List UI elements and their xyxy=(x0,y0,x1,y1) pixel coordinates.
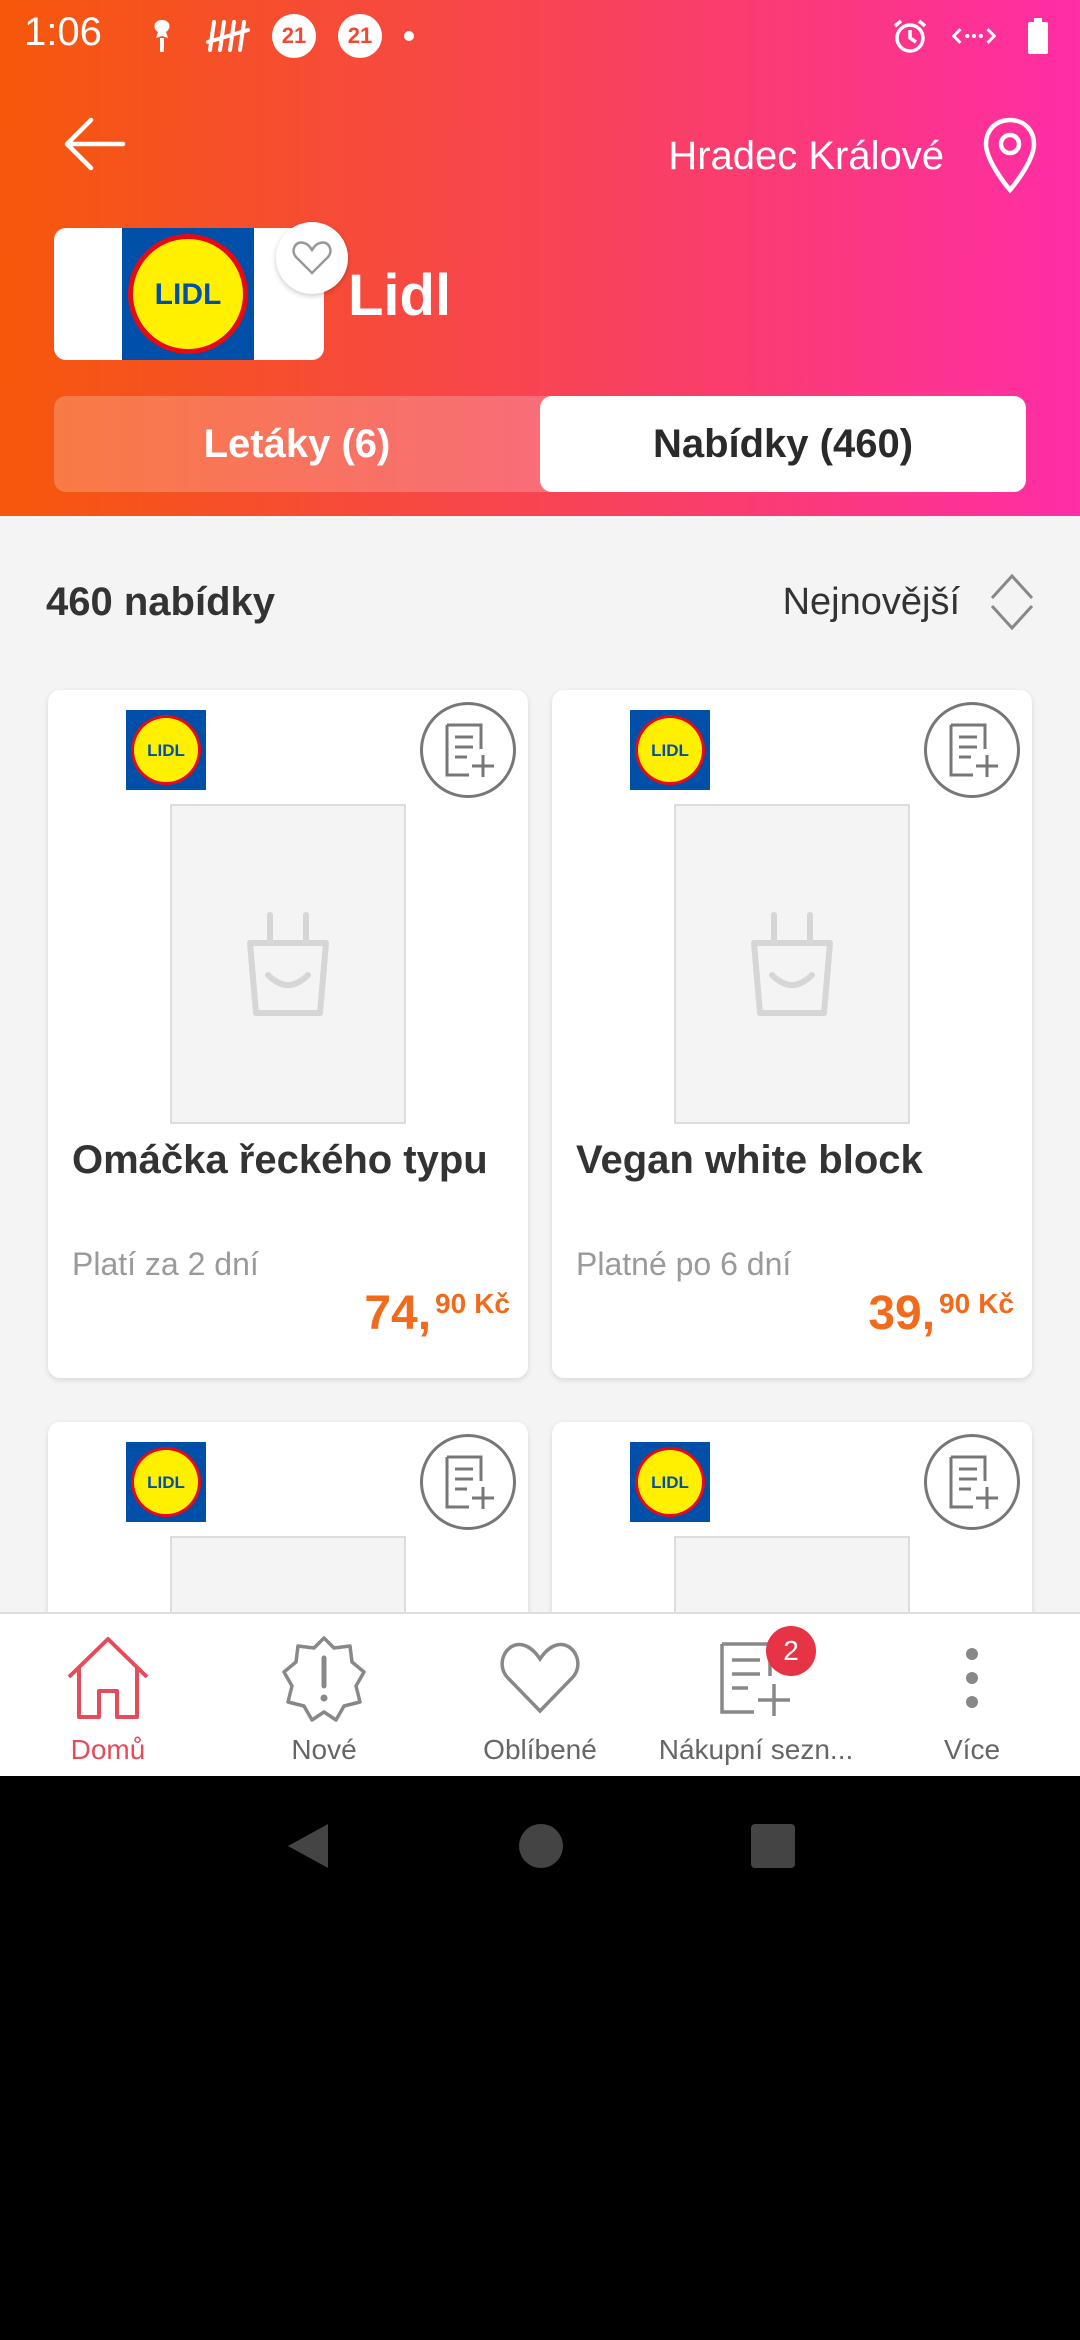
nav-shopping-list[interactable]: 2 Nákupní sezn... xyxy=(648,1614,864,1776)
tab-leaflets[interactable]: Letáky (6) xyxy=(54,396,540,492)
tally-icon xyxy=(206,14,250,58)
list-header: 460 nabídky Nejnovější xyxy=(46,572,1036,632)
data-transfer-icon xyxy=(952,14,996,58)
back-button[interactable] xyxy=(54,108,134,180)
location-selector[interactable]: Hradec Králové xyxy=(668,116,1040,196)
location-label: Hradec Králové xyxy=(668,133,944,178)
system-navigation-bar xyxy=(0,1776,1080,1916)
system-back-icon[interactable] xyxy=(284,1820,332,1872)
arrow-left-icon xyxy=(64,117,126,171)
app-badge-21-second: 21 xyxy=(338,14,382,58)
svg-text:LIDL: LIDL xyxy=(147,1473,185,1492)
store-name: Lidl xyxy=(348,263,452,328)
svg-text:LIDL: LIDL xyxy=(147,741,185,760)
alert-icon xyxy=(276,1630,372,1726)
nav-home[interactable]: Domů xyxy=(0,1614,216,1776)
product-image-placeholder xyxy=(170,804,406,1124)
offer-card[interactable]: LIDL Vegan white block Platné po 6 dní 3… xyxy=(552,690,1032,1378)
price-decimal: 90 xyxy=(435,1288,467,1319)
list-add-icon xyxy=(445,1455,494,1509)
nav-label: Nové xyxy=(291,1734,357,1765)
product-image-placeholder xyxy=(674,804,910,1124)
more-notifications-dot xyxy=(404,31,414,41)
nav-label: Nákupní sezn... xyxy=(658,1734,854,1765)
battery-icon xyxy=(1016,14,1060,58)
offer-count: 460 nabídky xyxy=(46,579,276,624)
notification-app-icon xyxy=(140,14,184,58)
nav-more[interactable]: Více xyxy=(864,1614,1080,1776)
bottom-navigation: Domů Nové Oblíbené 2 Nákupní sezn... Víc… xyxy=(0,1612,1080,1776)
view-tabs: Letáky (6) Nabídky (460) xyxy=(54,396,1026,492)
more-icon xyxy=(924,1630,1020,1726)
favorite-store-button[interactable] xyxy=(276,222,348,294)
offer-card[interactable]: LIDL Omáčka řeckého typu Platí za 2 dní … xyxy=(48,690,528,1378)
nav-label: Oblíbené xyxy=(483,1734,597,1765)
add-to-list-button[interactable] xyxy=(420,702,516,798)
offer-validity: Platné po 6 dní xyxy=(576,1246,792,1282)
app-screen: 1:06 21 21 Hradec Králové LIDL Lidl Letá… xyxy=(0,0,1080,1776)
add-to-list-button[interactable] xyxy=(420,1434,516,1530)
status-bar: 1:06 21 21 xyxy=(0,0,1080,72)
store-header: 1:06 21 21 Hradec Králové LIDL Lidl Letá… xyxy=(0,0,1080,516)
sort-label: Nejnovější xyxy=(782,580,960,623)
shopping-list-badge: 2 xyxy=(766,1626,816,1676)
shopping-bag-icon xyxy=(247,912,329,1016)
add-to-list-button[interactable] xyxy=(924,702,1020,798)
sort-selector[interactable]: Nejnovější xyxy=(783,572,1036,632)
svg-text:LIDL: LIDL xyxy=(651,1473,689,1492)
lidl-logo-small: LIDL xyxy=(126,710,206,790)
offer-validity: Platí za 2 dní xyxy=(72,1246,259,1282)
svg-text:LIDL: LIDL xyxy=(155,278,222,311)
app-badge-21: 21 xyxy=(272,14,316,58)
svg-text:LIDL: LIDL xyxy=(651,741,689,760)
shopping-bag-icon xyxy=(751,912,833,1016)
nav-favorites[interactable]: Oblíbené xyxy=(432,1614,648,1776)
tab-offers[interactable]: Nabídky (460) xyxy=(540,396,1026,492)
price-decimal: 90 xyxy=(939,1288,971,1319)
offer-price: 74, 90 Kč xyxy=(364,1286,510,1341)
lidl-logo-small: LIDL xyxy=(630,1442,710,1522)
list-add-icon xyxy=(949,1455,998,1509)
add-to-list-button[interactable] xyxy=(924,1434,1020,1530)
price-main: 74, xyxy=(364,1287,432,1340)
sort-icon xyxy=(990,573,1034,631)
list-add-icon xyxy=(949,723,998,777)
list-add-icon xyxy=(445,723,494,777)
price-currency: Kč xyxy=(978,1288,1014,1319)
home-icon xyxy=(60,1630,156,1726)
location-pin-icon xyxy=(983,117,1037,194)
system-recents-icon[interactable] xyxy=(750,1823,796,1869)
status-time: 1:06 xyxy=(24,10,102,54)
nav-label: Domů xyxy=(70,1734,146,1765)
nav-label: Více xyxy=(943,1734,1001,1765)
nav-new[interactable]: Nové xyxy=(216,1614,432,1776)
alarm-icon xyxy=(888,14,932,58)
system-home-icon[interactable] xyxy=(518,1823,564,1869)
lidl-logo: LIDL xyxy=(122,228,254,360)
price-main: 39, xyxy=(868,1287,936,1340)
heart-icon xyxy=(492,1630,588,1726)
lidl-logo-small: LIDL xyxy=(126,1442,206,1522)
offer-price: 39, 90 Kč xyxy=(868,1286,1014,1341)
offer-title: Omáčka řeckého typu xyxy=(72,1138,488,1182)
price-currency: Kč xyxy=(474,1288,510,1319)
lidl-logo-small: LIDL xyxy=(630,710,710,790)
heart-outline-icon xyxy=(292,241,332,275)
offer-title: Vegan white block xyxy=(576,1138,923,1182)
